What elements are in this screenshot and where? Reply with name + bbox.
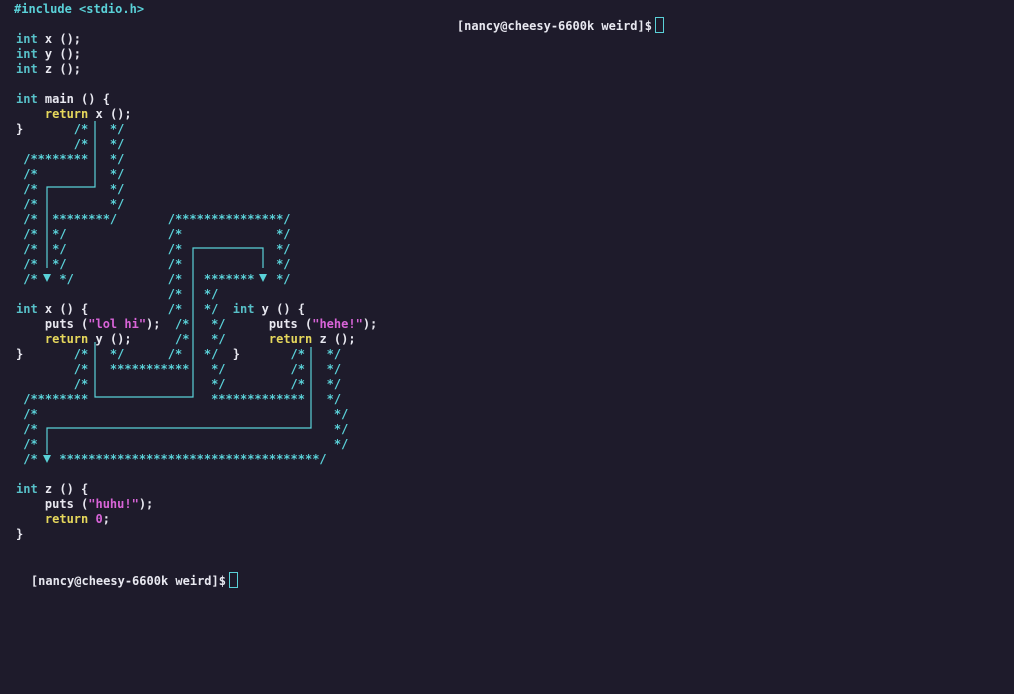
arrowhead-icon	[43, 274, 51, 282]
arrow-path-y-to-z	[46, 347, 312, 454]
cursor-icon	[654, 17, 664, 33]
shell-prompt: [nancy@cheesy-6600k weird]$	[456, 19, 652, 33]
arrow-path-main-to-x	[46, 121, 96, 268]
cursor-icon	[228, 572, 238, 588]
arrowhead-icon	[43, 455, 51, 463]
prompt-line-bottom[interactable]: [nancy@cheesy-6600k weird]$	[2, 557, 238, 604]
prompt-line-top[interactable]: [nancy@cheesy-6600k weird]$	[428, 2, 664, 49]
terminal-window[interactable]: #include <stdio.h> int x (); int y (); int …	[0, 0, 1014, 694]
shell-prompt: [nancy@cheesy-6600k weird]$	[30, 574, 226, 588]
arrow-path-x-to-y	[94, 247, 264, 398]
arrowhead-icon	[259, 274, 267, 282]
